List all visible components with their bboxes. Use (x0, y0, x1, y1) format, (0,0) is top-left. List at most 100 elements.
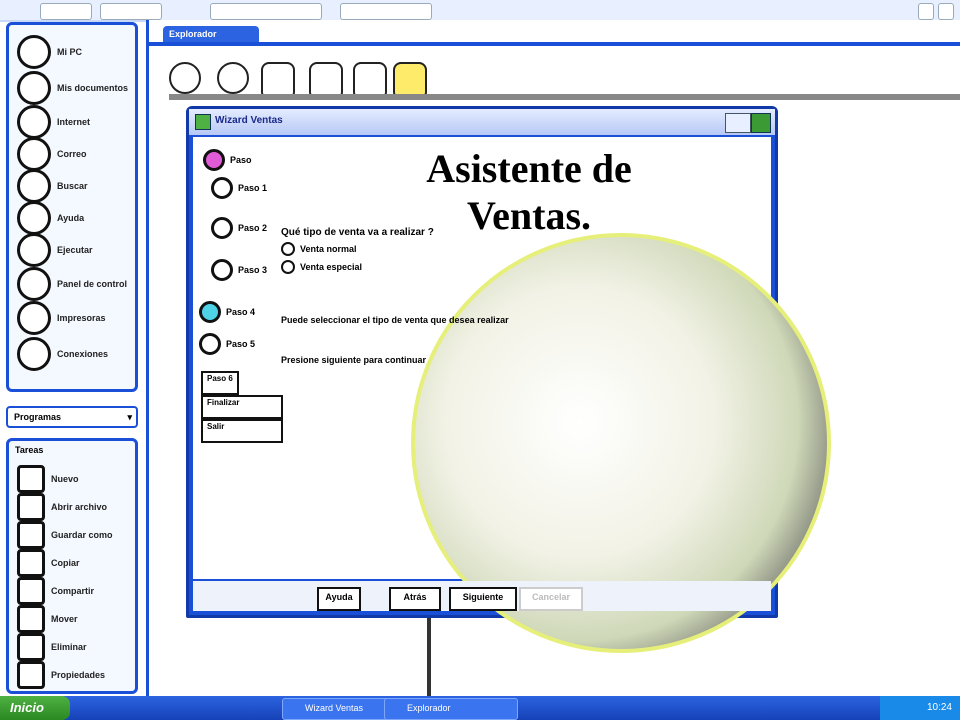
task-label: Abrir archivo (51, 502, 108, 512)
radio-icon (281, 260, 295, 274)
task-item[interactable]: Compartir (17, 577, 94, 605)
taskbar-item[interactable]: Explorador (384, 698, 518, 720)
task-item[interactable]: Nuevo (17, 465, 79, 493)
task-label: Guardar como (51, 530, 113, 540)
chevron-down-icon: ▾ (127, 412, 132, 422)
internet-icon (17, 105, 51, 139)
properties-icon (17, 661, 45, 689)
sidebar-item[interactable]: Ejecutar (17, 233, 93, 267)
task-item[interactable]: Guardar como (17, 521, 113, 549)
sidebar-item[interactable]: Mi PC (17, 35, 82, 69)
task-label: Mover (51, 614, 78, 624)
task-item[interactable]: Copiar (17, 549, 80, 577)
next-button[interactable]: Siguiente (449, 587, 517, 611)
explorer-tab-bar (149, 42, 960, 46)
move-icon (17, 605, 45, 633)
dialog-body: Asistente de Ventas. Paso Paso 1 Paso 2 … (193, 137, 831, 653)
mail-icon (17, 137, 51, 171)
sidebar-item[interactable]: Mis documentos (17, 71, 128, 105)
computer-icon (17, 35, 51, 69)
delete-icon (17, 633, 45, 661)
step-item[interactable]: Paso 4 (199, 301, 255, 323)
step-label: Paso 4 (226, 307, 256, 317)
sidebar-item[interactable]: Impresoras (17, 301, 106, 335)
option-special[interactable]: Venta especial (281, 260, 581, 274)
network-icon (17, 337, 51, 371)
sidebar-item-label: Conexiones (57, 349, 109, 359)
close-icon[interactable] (938, 3, 954, 20)
back-button[interactable]: Atrás (389, 587, 441, 611)
sidebar-item-label: Ejecutar (57, 245, 93, 255)
task-item[interactable]: Abrir archivo (17, 493, 107, 521)
sidebar-item-label: Internet (57, 117, 91, 127)
sidebar-item-label: Mi PC (57, 47, 83, 57)
share-icon (17, 577, 45, 605)
folder-icon (17, 71, 51, 105)
search-field[interactable] (340, 3, 432, 20)
help-button[interactable]: Ayuda (317, 587, 361, 611)
tasks-panel: Tareas Nuevo Abrir archivo Guardar como … (6, 438, 138, 694)
help-icon (17, 201, 51, 235)
dialog-footer: Ayuda Atrás Siguiente Cancelar (193, 581, 771, 611)
close-icon[interactable] (751, 113, 771, 133)
step-icon (199, 301, 221, 323)
step-icon (203, 149, 225, 171)
run-icon (17, 233, 51, 267)
forward-icon[interactable] (217, 62, 249, 94)
sidebar-item[interactable]: Ayuda (17, 201, 84, 235)
step-item[interactable]: Paso 5 (199, 333, 255, 355)
programs-dropdown[interactable]: Programas ▾ (6, 406, 138, 428)
new-icon (17, 465, 45, 493)
exit-button[interactable]: Salir (201, 419, 283, 443)
copy-icon (17, 549, 45, 577)
minimize-icon[interactable] (725, 113, 751, 133)
question-block: Qué tipo de venta va a realizar ? Venta … (281, 227, 581, 274)
step-icon (211, 217, 233, 239)
toolbar-button[interactable] (40, 3, 92, 20)
dialog-titlebar: Wizard Ventas (189, 109, 775, 135)
dialog-title: Wizard Ventas (215, 115, 283, 126)
explorer-tab[interactable]: Explorador (163, 26, 259, 42)
sidebar-item[interactable]: Internet (17, 105, 90, 139)
finish-button[interactable]: Finalizar (201, 395, 283, 419)
minimize-icon[interactable] (918, 3, 934, 20)
step-item[interactable]: Paso 1 (211, 177, 267, 199)
sidebar-item[interactable]: Conexiones (17, 337, 108, 371)
step-label: Paso (230, 155, 252, 165)
tasks-title: Tareas (15, 445, 44, 455)
open-icon (17, 493, 45, 521)
sidebar-item[interactable]: Panel de control (17, 267, 127, 301)
step-label: Paso 5 (226, 339, 256, 349)
step6-button[interactable]: Paso 6 (201, 371, 239, 395)
address-field[interactable] (210, 3, 322, 20)
cancel-button[interactable]: Cancelar (519, 587, 583, 611)
sidebar-item[interactable]: Correo (17, 137, 87, 171)
printer-icon (17, 301, 51, 335)
back-icon[interactable] (169, 62, 201, 94)
step-icon (199, 333, 221, 355)
task-label: Nuevo (51, 474, 79, 484)
step-item[interactable]: Paso 2 (211, 217, 267, 239)
toolbar-button[interactable] (100, 3, 162, 20)
step-item[interactable]: Paso (203, 149, 252, 171)
question-label: Qué tipo de venta va a realizar ? (281, 227, 434, 238)
sidebar-item-label: Mis documentos (57, 83, 129, 93)
task-item[interactable]: Eliminar (17, 633, 87, 661)
task-item[interactable]: Propiedades (17, 661, 105, 689)
sidebar-item-label: Buscar (57, 181, 88, 191)
step-item[interactable]: Paso 3 (211, 259, 267, 281)
task-label: Propiedades (51, 670, 106, 680)
info-text: Puede seleccionar el tipo de venta que d… (281, 315, 509, 325)
app-icon (195, 114, 211, 130)
dropdown-value: Programas (14, 412, 62, 422)
save-icon (17, 521, 45, 549)
task-label: Copiar (51, 558, 80, 568)
task-label: Eliminar (51, 642, 87, 652)
address-bar (169, 94, 960, 100)
task-item[interactable]: Mover (17, 605, 78, 633)
option-normal[interactable]: Venta normal (281, 242, 581, 256)
clock: 10:24 (880, 696, 960, 720)
control-panel-icon (17, 267, 51, 301)
start-button[interactable]: Inicio (0, 696, 70, 720)
sidebar-item[interactable]: Buscar (17, 169, 88, 203)
